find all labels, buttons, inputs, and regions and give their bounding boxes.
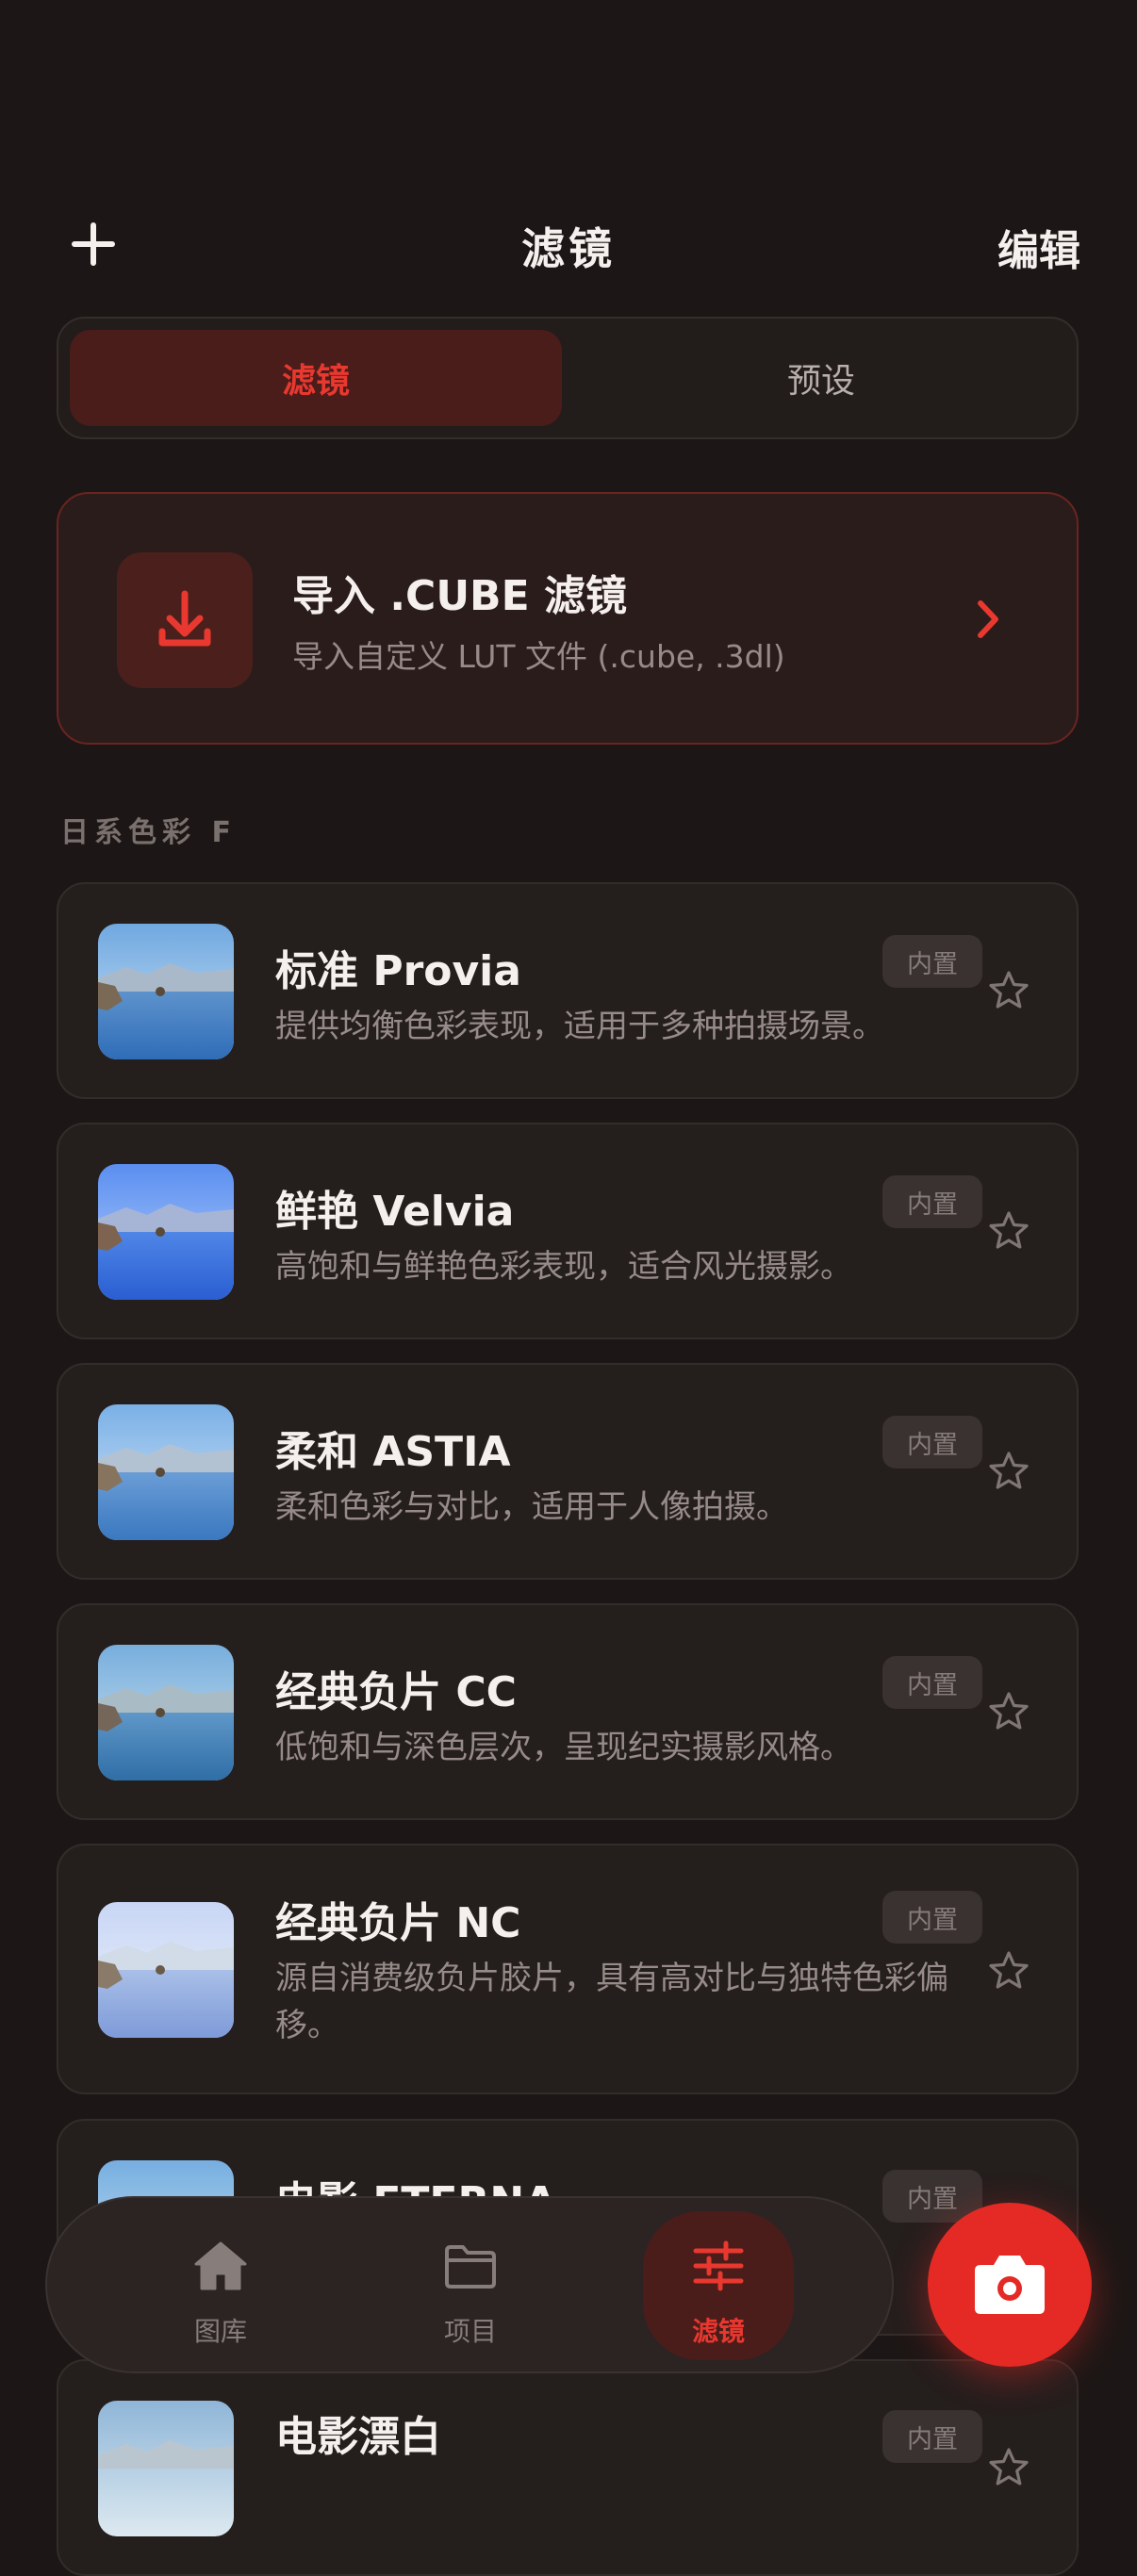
filter-card[interactable]: 柔和 ASTIA 柔和色彩与对比，适用于人像拍摄。 内置 bbox=[57, 1363, 1079, 1580]
segmented-control: 滤镜 预设 bbox=[57, 317, 1079, 439]
import-subtitle: 导入自定义 LUT 文件 (.cube, .3dl) bbox=[292, 638, 785, 675]
filter-description: 提供均衡色彩表现，适用于多种拍摄场景。 bbox=[275, 1008, 884, 1045]
star-icon[interactable] bbox=[986, 1948, 1031, 1994]
tab-filters[interactable]: 滤镜 bbox=[70, 330, 562, 426]
filter-description: 柔和色彩与对比，适用于人像拍摄。 bbox=[275, 1488, 788, 1526]
builtin-badge: 内置 bbox=[882, 2410, 982, 2463]
filter-name: 柔和 ASTIA bbox=[275, 1428, 511, 1476]
filter-thumbnail bbox=[98, 1404, 234, 1540]
tab-filters-nav[interactable]: 滤镜 bbox=[643, 2211, 794, 2360]
filter-card[interactable]: 鲜艳 Velvia 高饱和与鲜艳色彩表现，适合风光摄影。 内置 bbox=[57, 1123, 1079, 1339]
import-cube-card[interactable]: 导入 .CUBE 滤镜 导入自定义 LUT 文件 (.cube, .3dl) bbox=[57, 492, 1079, 745]
tab-gallery[interactable]: 图库 bbox=[145, 2211, 296, 2360]
home-icon bbox=[192, 2240, 249, 2292]
edit-button[interactable]: 编辑 bbox=[997, 217, 1080, 277]
builtin-badge: 内置 bbox=[882, 1656, 982, 1709]
builtin-badge: 内置 bbox=[882, 1891, 982, 1944]
filter-name: 标准 Provia bbox=[275, 947, 521, 995]
filter-card[interactable]: 标准 Provia 提供均衡色彩表现，适用于多种拍摄场景。 内置 bbox=[57, 882, 1079, 1099]
filter-card[interactable]: 电影漂白 内置 bbox=[57, 2359, 1079, 2576]
tab-label: 项目 bbox=[443, 2316, 497, 2347]
filter-thumbnail bbox=[98, 1164, 234, 1300]
builtin-badge: 内置 bbox=[882, 935, 982, 988]
tab-projects[interactable]: 项目 bbox=[395, 2211, 546, 2360]
import-title: 导入 .CUBE 滤镜 bbox=[292, 572, 627, 620]
star-icon[interactable] bbox=[986, 1449, 1031, 1494]
filter-description: 高饱和与鲜艳色彩表现，适合风光摄影。 bbox=[275, 1248, 852, 1286]
filter-thumbnail bbox=[98, 1902, 234, 2038]
builtin-badge: 内置 bbox=[882, 1175, 982, 1228]
star-icon[interactable] bbox=[986, 1689, 1031, 1734]
filter-card[interactable]: 经典负片 CC 低饱和与深色层次，呈现纪实摄影风格。 内置 bbox=[57, 1603, 1079, 1820]
filter-name: 经典负片 NC bbox=[275, 1899, 521, 1947]
tab-presets[interactable]: 预设 bbox=[575, 330, 1067, 426]
filter-name: 电影漂白 bbox=[275, 2413, 441, 2461]
tab-label: 滤镜 bbox=[691, 2316, 745, 2347]
chevron-right-icon bbox=[969, 598, 1007, 641]
filter-description: 低饱和与深色层次，呈现纪实摄影风格。 bbox=[275, 1729, 852, 1766]
folder-icon bbox=[442, 2240, 499, 2292]
header: 滤镜 编辑 bbox=[0, 0, 1137, 311]
page-title: 滤镜 bbox=[521, 223, 616, 274]
filter-thumbnail bbox=[98, 1645, 234, 1780]
filter-description: 源自消费级负片胶片，具有高对比与独特色彩偏移。 bbox=[275, 1960, 948, 2044]
filter-name: 鲜艳 Velvia bbox=[275, 1188, 515, 1236]
tab-label: 图库 bbox=[193, 2316, 247, 2347]
bottom-tab-bar: 图库 项目 滤镜 bbox=[45, 2196, 894, 2373]
star-icon[interactable] bbox=[986, 2445, 1031, 2490]
star-icon[interactable] bbox=[986, 968, 1031, 1013]
camera-icon bbox=[975, 2256, 1045, 2314]
download-icon bbox=[117, 552, 253, 688]
filter-name: 经典负片 CC bbox=[275, 1668, 517, 1716]
builtin-badge: 内置 bbox=[882, 1416, 982, 1468]
filter-card[interactable]: 经典负片 NC 源自消费级负片胶片，具有高对比与独特色彩偏移。 内置 bbox=[57, 1844, 1079, 2094]
filter-thumbnail bbox=[98, 924, 234, 1059]
section-title: 日系色彩 F bbox=[60, 816, 237, 849]
sliders-icon bbox=[690, 2240, 747, 2292]
star-icon[interactable] bbox=[986, 1208, 1031, 1254]
filter-thumbnail bbox=[98, 2401, 234, 2536]
camera-button[interactable] bbox=[928, 2203, 1092, 2367]
